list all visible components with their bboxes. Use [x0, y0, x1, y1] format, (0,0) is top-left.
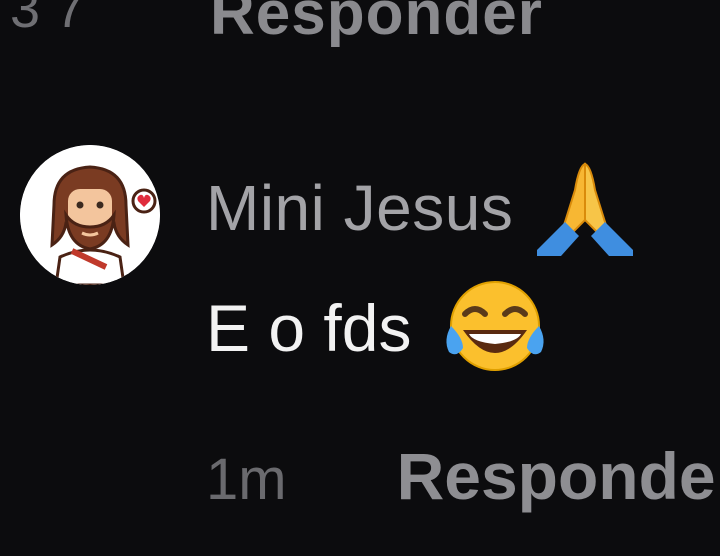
previous-reply-button[interactable]: Responder — [210, 0, 543, 49]
comment-header: Mini Jesus — [206, 160, 635, 256]
jesus-avatar-icon — [20, 145, 160, 285]
comment-username[interactable]: Mini Jesus — [206, 171, 513, 245]
comment-text: E o fds — [206, 291, 412, 365]
previous-comment-time: 3 7 — [10, 0, 86, 39]
folded-hands-icon — [537, 162, 634, 256]
comment-meta: 1m Responder — [206, 438, 720, 514]
reply-button[interactable]: Responder — [397, 438, 720, 514]
tears-of-joy-icon — [446, 281, 545, 371]
comment-body: E o fds — [206, 278, 549, 378]
previous-comment-actions: 3 7 Responder — [0, 0, 720, 48]
comment-time: 1m — [206, 447, 287, 512]
avatar[interactable] — [20, 145, 160, 285]
